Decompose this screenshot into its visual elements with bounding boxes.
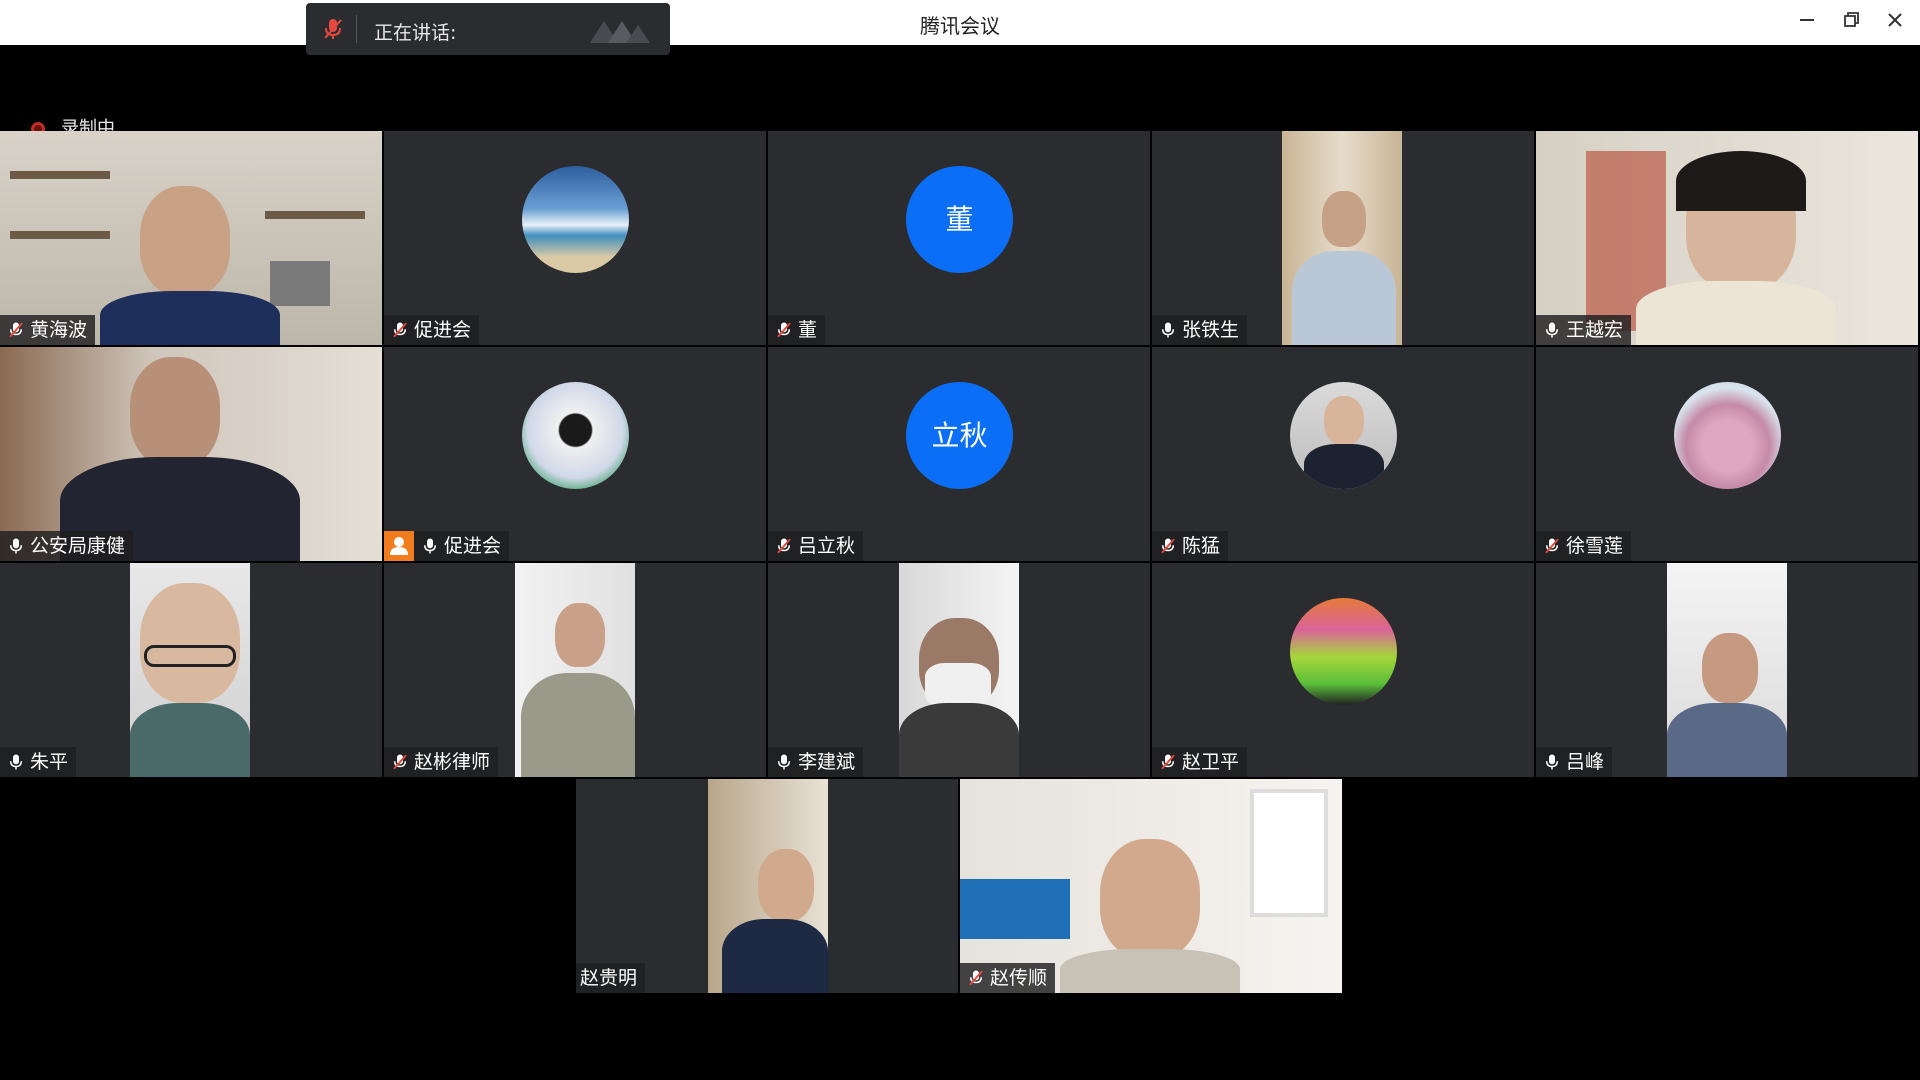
participant-name-tag: 促进会 bbox=[384, 315, 480, 345]
muted-mic-icon bbox=[777, 322, 791, 338]
restore-icon[interactable] bbox=[1836, 8, 1866, 36]
participant-name-tag: 吕峰 bbox=[1536, 747, 1613, 777]
participant-tile[interactable]: 朱平 bbox=[0, 563, 382, 777]
participant-tile[interactable]: 赵彬律师 bbox=[384, 563, 766, 777]
participant-tile[interactable]: 李建斌 bbox=[768, 563, 1150, 777]
participant-tile[interactable]: 赵卫平 bbox=[1152, 563, 1534, 777]
participant-name: 赵彬律师 bbox=[414, 751, 491, 773]
participant-name-tag: 赵卫平 bbox=[1152, 747, 1248, 777]
muted-mic-icon bbox=[322, 17, 344, 45]
participant-name: 王越宏 bbox=[1566, 319, 1624, 341]
video-feed bbox=[960, 779, 1342, 993]
muted-mic-icon bbox=[393, 322, 407, 338]
participant-tile[interactable]: 促进会 bbox=[384, 131, 766, 345]
participant-name: 陈猛 bbox=[1182, 535, 1221, 557]
participant-name: 公安局康健 bbox=[30, 535, 126, 557]
mic-icon bbox=[778, 754, 790, 770]
participant-tile[interactable]: 陈猛 bbox=[1152, 347, 1534, 561]
participant-name-tag: 张铁生 bbox=[1152, 315, 1248, 345]
video-feed bbox=[1536, 131, 1918, 345]
participant-tile[interactable]: 促进会 bbox=[384, 347, 766, 561]
mic-icon bbox=[1546, 754, 1558, 770]
mic-icon bbox=[424, 538, 436, 554]
muted-mic-icon bbox=[9, 322, 23, 338]
muted-mic-icon bbox=[1545, 538, 1559, 554]
mic-icon bbox=[10, 538, 22, 554]
video-feed bbox=[0, 347, 382, 561]
participant-tile[interactable]: 吕峰 bbox=[1536, 563, 1918, 777]
mic-icon bbox=[1162, 322, 1174, 338]
close-icon[interactable] bbox=[1880, 8, 1910, 36]
muted-mic-icon bbox=[393, 754, 407, 770]
participant-name: 赵传顺 bbox=[990, 967, 1048, 989]
participant-name: 赵贵明 bbox=[580, 967, 638, 989]
participant-tile[interactable]: 立秋 吕立秋 bbox=[768, 347, 1150, 561]
participant-name-tag: 王越宏 bbox=[1536, 315, 1632, 345]
participant-avatar: 董 bbox=[906, 166, 1013, 273]
participant-name: 吕峰 bbox=[1566, 751, 1605, 773]
participant-name-tag: 陈猛 bbox=[1152, 531, 1229, 561]
participant-avatar bbox=[1674, 382, 1781, 489]
participant-tile[interactable]: 赵贵明 bbox=[576, 779, 958, 993]
participant-name-tag: 朱平 bbox=[0, 747, 77, 777]
meeting-logo-icon bbox=[590, 21, 650, 43]
participant-avatar bbox=[1290, 382, 1397, 489]
participant-name-tag: 赵彬律师 bbox=[384, 747, 499, 777]
title-bar: 腾讯会议 bbox=[0, 0, 1920, 45]
participant-name: 黄海波 bbox=[30, 319, 88, 341]
participant-name-tag: 促进会 bbox=[414, 531, 510, 561]
participant-name-tag: 吕立秋 bbox=[768, 531, 864, 561]
participant-name: 促进会 bbox=[414, 319, 472, 341]
video-feed bbox=[0, 131, 382, 345]
participant-name: 吕立秋 bbox=[798, 535, 856, 557]
participant-name-tag: 赵传顺 bbox=[960, 963, 1056, 993]
participant-name: 李建斌 bbox=[798, 751, 856, 773]
minimize-icon[interactable] bbox=[1792, 8, 1822, 36]
speaking-label: 正在讲话: bbox=[374, 22, 457, 44]
participant-name-tag: 李建斌 bbox=[768, 747, 864, 777]
speaking-indicator: 正在讲话: bbox=[306, 3, 670, 55]
participant-name: 朱平 bbox=[30, 751, 69, 773]
video-feed bbox=[515, 563, 635, 777]
app-title: 腾讯会议 bbox=[920, 14, 1000, 38]
participant-name-tag: 公安局康健 bbox=[0, 531, 134, 561]
participant-name: 促进会 bbox=[444, 535, 502, 557]
muted-mic-icon bbox=[969, 970, 983, 986]
video-feed bbox=[130, 563, 250, 777]
participant-tile[interactable]: 公安局康健 bbox=[0, 347, 382, 561]
muted-mic-icon bbox=[1161, 538, 1175, 554]
video-feed bbox=[1667, 563, 1787, 777]
video-feed bbox=[708, 779, 828, 993]
participant-name: 赵卫平 bbox=[1182, 751, 1240, 773]
participant-tile[interactable]: 张铁生 bbox=[1152, 131, 1534, 345]
participant-name-tag: 徐雪莲 bbox=[1536, 531, 1632, 561]
muted-mic-icon bbox=[777, 538, 791, 554]
participant-avatar bbox=[1290, 598, 1397, 705]
participant-name-tag: 赵贵明 bbox=[576, 963, 646, 993]
participant-tile[interactable]: 王越宏 bbox=[1536, 131, 1918, 345]
participant-tile[interactable]: 黄海波 bbox=[0, 131, 382, 345]
participant-avatar: 立秋 bbox=[906, 382, 1013, 489]
participant-avatar bbox=[522, 166, 629, 273]
participant-name: 徐雪莲 bbox=[1566, 535, 1624, 557]
participant-tile[interactable]: 徐雪莲 bbox=[1536, 347, 1918, 561]
divider bbox=[356, 15, 357, 43]
mic-icon bbox=[1546, 322, 1558, 338]
video-feed bbox=[1282, 131, 1402, 345]
participant-avatar bbox=[522, 382, 629, 489]
video-feed bbox=[899, 563, 1019, 777]
mic-icon bbox=[10, 754, 22, 770]
participant-name: 董 bbox=[798, 319, 818, 341]
muted-mic-icon bbox=[1161, 754, 1175, 770]
participant-tile[interactable]: 赵传顺 bbox=[960, 779, 1342, 993]
participant-tile[interactable]: 董 董 bbox=[768, 131, 1150, 345]
participant-name-tag: 黄海波 bbox=[0, 315, 96, 345]
participant-name-tag: 董 bbox=[768, 315, 826, 345]
participant-name: 张铁生 bbox=[1182, 319, 1240, 341]
host-icon bbox=[384, 531, 414, 561]
